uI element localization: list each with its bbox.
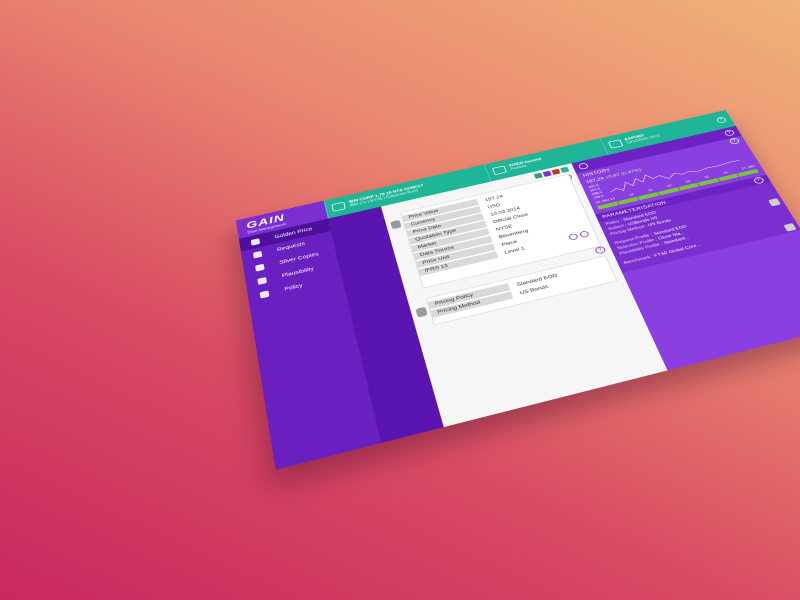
play-icon[interactable] — [578, 162, 589, 170]
stage: GAIN Data Management IBM CORP 1.75 18 NT… — [0, 0, 800, 600]
excel-icon[interactable] — [534, 173, 543, 179]
grid-icon — [257, 277, 267, 285]
export-icon — [608, 139, 623, 148]
money-bag-icon — [390, 220, 401, 230]
help-icon[interactable]: ? — [723, 129, 735, 136]
policy-help: ? — [594, 246, 606, 255]
y-label: 186,0 — [593, 194, 605, 200]
briefcase-icon — [492, 165, 507, 175]
search-icon[interactable] — [568, 233, 579, 241]
history-y-labels: 187,5 187,0 186,5 186,0 — [588, 183, 605, 200]
award-icon — [260, 290, 270, 298]
award-icon — [415, 307, 427, 318]
help-icon[interactable]: ? — [594, 246, 606, 255]
help-icon[interactable]: ? — [716, 116, 728, 123]
money-bag-icon — [251, 238, 260, 246]
app-window: GAIN Data Management IBM CORP 1.75 18 NT… — [236, 110, 800, 470]
tag-icon — [255, 263, 265, 271]
people-icon — [253, 251, 263, 259]
chart-line-icon — [331, 202, 346, 212]
row-value: Level 1 — [504, 246, 525, 255]
user-icon[interactable] — [579, 230, 590, 238]
pdf-icon[interactable] — [551, 169, 560, 175]
word-icon[interactable] — [543, 171, 552, 177]
row-actions — [568, 230, 590, 240]
sidebar-item-label: Policy — [284, 283, 303, 292]
share-icon[interactable] — [560, 167, 569, 173]
